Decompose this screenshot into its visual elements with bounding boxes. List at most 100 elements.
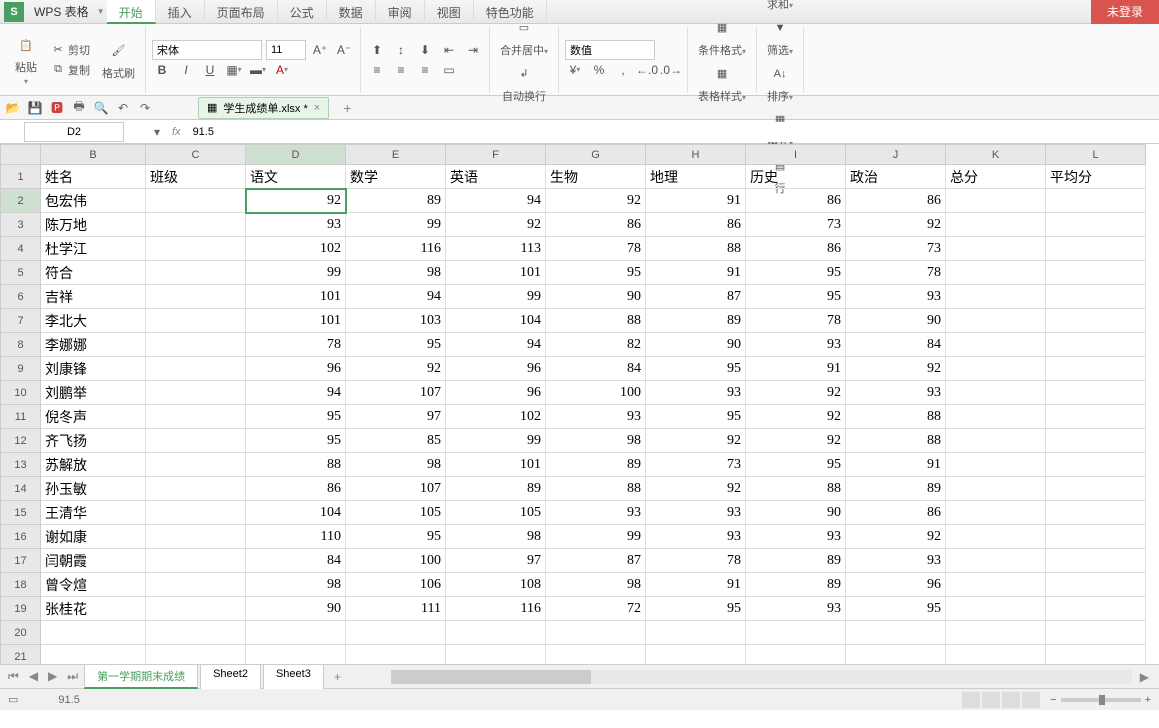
name-box[interactable]	[24, 122, 124, 142]
cell-C19[interactable]	[146, 597, 246, 621]
cell-G18[interactable]: 98	[546, 573, 646, 597]
add-sheet-button[interactable]: +	[326, 670, 349, 684]
cell-E11[interactable]: 97	[346, 405, 446, 429]
cell-K6[interactable]	[946, 285, 1046, 309]
cell-J2[interactable]: 86	[846, 189, 946, 213]
fill-color-button[interactable]: ▬▾	[248, 60, 268, 80]
decrease-font-button[interactable]: A⁻	[334, 40, 354, 60]
cell-H6[interactable]: 87	[646, 285, 746, 309]
font-color-button[interactable]: A▾	[272, 60, 292, 80]
cell-J1[interactable]: 政治	[846, 165, 946, 189]
cell-H12[interactable]: 92	[646, 429, 746, 453]
cell-I11[interactable]: 92	[746, 405, 846, 429]
cell-J7[interactable]: 90	[846, 309, 946, 333]
cell-F21[interactable]	[446, 645, 546, 665]
align-left-button[interactable]: ≡	[367, 60, 387, 80]
cell-H15[interactable]: 93	[646, 501, 746, 525]
cell-C20[interactable]	[146, 621, 246, 645]
cell-J20[interactable]	[846, 621, 946, 645]
cell-G3[interactable]: 86	[546, 213, 646, 237]
number-format-select[interactable]	[565, 40, 655, 60]
table-style-button[interactable]: ▦表格样式▾	[694, 60, 750, 106]
cell-C16[interactable]	[146, 525, 246, 549]
cell-E14[interactable]: 107	[346, 477, 446, 501]
comma-button[interactable]: ,	[613, 60, 633, 80]
cell-E16[interactable]: 95	[346, 525, 446, 549]
cell-K20[interactable]	[946, 621, 1046, 645]
cell-E4[interactable]: 116	[346, 237, 446, 261]
cell-L15[interactable]	[1046, 501, 1146, 525]
cell-B14[interactable]: 孙玉敏	[41, 477, 146, 501]
cell-C17[interactable]	[146, 549, 246, 573]
cell-F18[interactable]: 108	[446, 573, 546, 597]
cell-D21[interactable]	[246, 645, 346, 665]
cell-B15[interactable]: 王清华	[41, 501, 146, 525]
cell-G21[interactable]	[546, 645, 646, 665]
cell-C18[interactable]	[146, 573, 246, 597]
cell-L9[interactable]	[1046, 357, 1146, 381]
cell-D10[interactable]: 94	[246, 381, 346, 405]
menu-tab-6[interactable]: 视图	[425, 0, 474, 24]
row-header-11[interactable]: 11	[1, 405, 41, 429]
cell-D16[interactable]: 110	[246, 525, 346, 549]
cell-E20[interactable]	[346, 621, 446, 645]
cell-L13[interactable]	[1046, 453, 1146, 477]
redo-icon[interactable]: ↷	[136, 99, 154, 117]
cell-K12[interactable]	[946, 429, 1046, 453]
wrap-text-button[interactable]: ↲ 自动换行	[496, 60, 552, 106]
row-header-16[interactable]: 16	[1, 525, 41, 549]
bold-button[interactable]: B	[152, 60, 172, 80]
cell-F13[interactable]: 101	[446, 453, 546, 477]
cell-J15[interactable]: 86	[846, 501, 946, 525]
cell-J19[interactable]: 95	[846, 597, 946, 621]
cell-B6[interactable]: 吉祥	[41, 285, 146, 309]
menu-tab-2[interactable]: 页面布局	[205, 0, 278, 24]
cell-K11[interactable]	[946, 405, 1046, 429]
align-top-button[interactable]: ⬆	[367, 40, 387, 60]
cell-F17[interactable]: 97	[446, 549, 546, 573]
cell-H8[interactable]: 90	[646, 333, 746, 357]
cell-F6[interactable]: 99	[446, 285, 546, 309]
cell-J6[interactable]: 93	[846, 285, 946, 309]
cell-D3[interactable]: 93	[246, 213, 346, 237]
sheet-tab-1[interactable]: Sheet2	[200, 664, 261, 689]
font-name-select[interactable]	[152, 40, 262, 60]
col-header-D[interactable]: D	[246, 145, 346, 165]
cell-B12[interactable]: 齐飞扬	[41, 429, 146, 453]
cell-G16[interactable]: 99	[546, 525, 646, 549]
cell-C14[interactable]	[146, 477, 246, 501]
cell-L8[interactable]	[1046, 333, 1146, 357]
cell-G4[interactable]: 78	[546, 237, 646, 261]
save-icon[interactable]: 💾	[26, 99, 44, 117]
cell-G15[interactable]: 93	[546, 501, 646, 525]
document-tab[interactable]: ▦ 学生成绩单.xlsx * ×	[198, 97, 329, 119]
cell-D19[interactable]: 90	[246, 597, 346, 621]
cell-B2[interactable]: 包宏伟	[41, 189, 146, 213]
cell-B4[interactable]: 杜学江	[41, 237, 146, 261]
cell-H7[interactable]: 89	[646, 309, 746, 333]
cell-F20[interactable]	[446, 621, 546, 645]
cell-J12[interactable]: 88	[846, 429, 946, 453]
cell-L10[interactable]	[1046, 381, 1146, 405]
cell-E2[interactable]: 89	[346, 189, 446, 213]
cell-I21[interactable]	[746, 645, 846, 665]
cell-B20[interactable]	[41, 621, 146, 645]
cell-G13[interactable]: 89	[546, 453, 646, 477]
row-header-18[interactable]: 18	[1, 573, 41, 597]
spreadsheet-grid[interactable]: BCDEFGHIJKL1姓名班级语文数学英语生物地理历史政治总分平均分2包宏伟9…	[0, 144, 1159, 664]
cell-J9[interactable]: 92	[846, 357, 946, 381]
app-menu-dropdown[interactable]: ▼	[95, 7, 107, 16]
cell-L21[interactable]	[1046, 645, 1146, 665]
cell-B7[interactable]: 李北大	[41, 309, 146, 333]
cell-J21[interactable]	[846, 645, 946, 665]
cell-D13[interactable]: 88	[246, 453, 346, 477]
cell-H9[interactable]: 95	[646, 357, 746, 381]
cell-C3[interactable]	[146, 213, 246, 237]
cell-K1[interactable]: 总分	[946, 165, 1046, 189]
italic-button[interactable]: I	[176, 60, 196, 80]
cell-I7[interactable]: 78	[746, 309, 846, 333]
select-all-corner[interactable]	[1, 145, 41, 165]
cell-L20[interactable]	[1046, 621, 1146, 645]
fx-icon[interactable]: fx	[166, 126, 187, 138]
cell-G1[interactable]: 生物	[546, 165, 646, 189]
